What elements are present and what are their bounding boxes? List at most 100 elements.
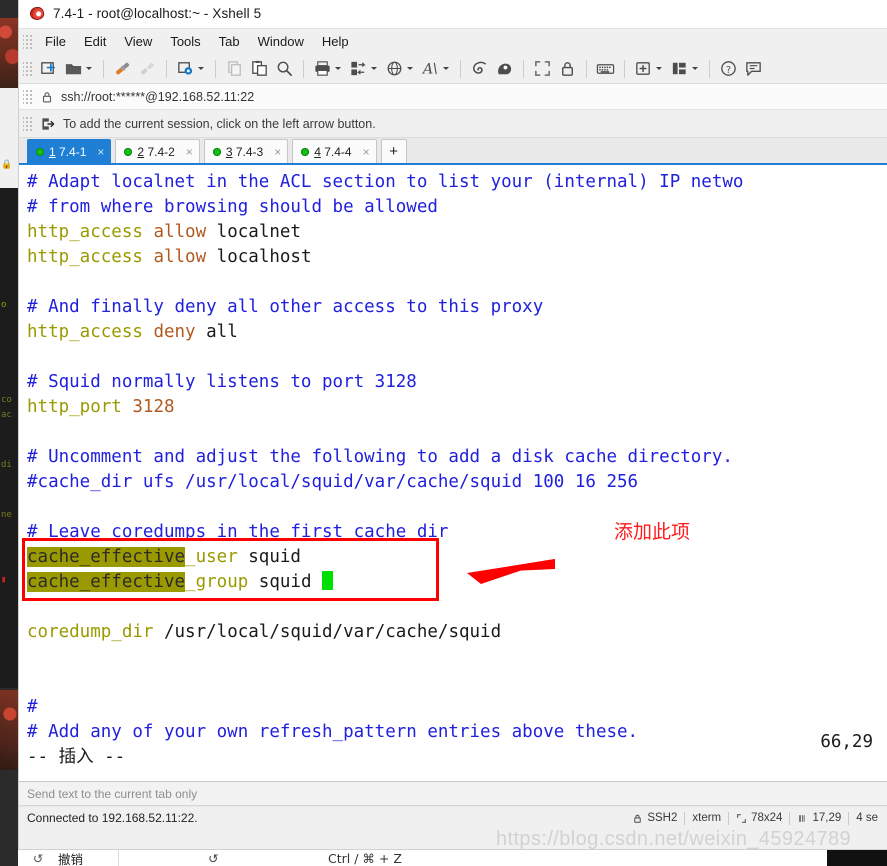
tab-close-icon[interactable]: × — [357, 145, 370, 159]
feedback-button[interactable] — [742, 57, 765, 81]
session-url[interactable]: ssh://root:******@192.168.52.11:22 — [61, 90, 254, 104]
terminal-line — [27, 270, 887, 295]
tab-7-4-1[interactable]: 1 7.4-1 × — [27, 139, 112, 163]
tab-close-icon[interactable]: × — [180, 145, 193, 159]
terminal-line: # And finally deny all other access to t… — [27, 295, 887, 320]
tab-7-4-2[interactable]: 2 7.4-2 × — [115, 139, 200, 163]
background-light-strip — [0, 88, 18, 188]
new-pane-icon — [636, 62, 650, 75]
tab-close-icon[interactable]: × — [268, 145, 281, 159]
tab-7-4-3[interactable]: 3 7.4-3 × — [203, 139, 289, 163]
web-browser-caret-icon[interactable] — [407, 67, 413, 70]
context-menu-divider — [118, 850, 119, 866]
menu-bar: File Edit View Tools Tab Window Help — [19, 28, 887, 54]
new-pane-caret-icon[interactable] — [656, 67, 662, 70]
terminal-line — [27, 670, 887, 695]
find-button[interactable] — [273, 57, 296, 81]
tab-label: 4 7.4-4 — [314, 144, 352, 159]
terminal-span: # from where browsing should be allowed — [27, 197, 438, 217]
annotation-label: 添加此项 — [614, 521, 691, 543]
context-menu[interactable]: ↺ 撤销 ↺ Ctrl / ⌘ + Z — [18, 849, 887, 866]
new-pane-button[interactable] — [632, 57, 666, 81]
font-caret-icon[interactable] — [443, 67, 449, 70]
terminal-span: # And finally deny all other access to t… — [27, 297, 544, 317]
print-caret-icon[interactable] — [335, 67, 341, 70]
terminal-span: http_access — [27, 322, 143, 342]
context-menu-item-label: 撤销 — [58, 852, 84, 866]
background-window[interactable]: 🔒 o co ac di ne ▮ — [0, 0, 18, 866]
fullscreen-button[interactable] — [531, 57, 554, 81]
menu-grip-handle[interactable] — [23, 32, 33, 51]
terminal-span: deny — [153, 322, 196, 342]
addressbar-grip-handle[interactable] — [23, 87, 33, 106]
toolbar-separator-4 — [303, 59, 304, 78]
font-button[interactable]: A — [419, 57, 453, 81]
copy-button[interactable] — [223, 57, 246, 81]
terminal-span: coredump_dir — [27, 622, 154, 642]
toolbar-grip-handle[interactable] — [23, 59, 33, 78]
tab-close-icon[interactable]: × — [91, 145, 104, 159]
menu-item-file[interactable]: File — [36, 31, 75, 52]
context-menu-item-shortcut: Ctrl / ⌘ + Z — [328, 851, 402, 866]
lock-button[interactable] — [556, 57, 579, 81]
menu-item-help[interactable]: Help — [313, 31, 358, 52]
new-session-button[interactable] — [37, 57, 60, 81]
xftp-button[interactable] — [493, 57, 516, 81]
keyboard-button[interactable] — [594, 57, 617, 81]
xshell-button[interactable] — [468, 57, 491, 81]
send-text-bar[interactable]: Send text to the current tab only — [19, 782, 887, 806]
copy-icon — [228, 61, 241, 76]
terminal-line: http_access allow localhost — [27, 245, 887, 270]
toolbar-separator-7 — [586, 59, 587, 78]
new-tab-button[interactable]: + — [380, 139, 407, 163]
print-button[interactable] — [311, 57, 345, 81]
screen: 🔒 o co ac di ne ▮ 7.4-1 - root@localhost… — [0, 0, 887, 866]
terminal-span: _group — [185, 572, 249, 592]
web-browser-button[interactable] — [383, 57, 417, 81]
disconnect-button[interactable] — [136, 57, 159, 81]
tab-status-dot-icon — [124, 147, 133, 156]
toolbar-separator-9 — [709, 59, 710, 78]
menu-item-tab[interactable]: Tab — [210, 31, 249, 52]
window-title: 7.4-1 - root@localhost:~ - Xshell 5 — [53, 6, 262, 21]
terminal-line: http_access deny all — [27, 320, 887, 345]
menu-item-window[interactable]: Window — [249, 31, 313, 52]
context-menu-item-undo[interactable]: ↺ 撤销 ↺ Ctrl / ⌘ + Z — [18, 850, 887, 866]
find-icon — [277, 61, 293, 77]
menu-item-tools[interactable]: Tools — [161, 31, 209, 52]
background-glyph-lock: 🔒 — [1, 160, 13, 170]
address-bar[interactable]: ssh://root:******@192.168.52.11:22 — [19, 84, 887, 110]
terminal-screen[interactable]: # Adapt localnet in the ACL section to l… — [19, 165, 887, 782]
context-menu-dark-region — [827, 850, 887, 866]
status-protocol: SSH2 — [625, 812, 684, 824]
arrange-layout-button[interactable] — [668, 57, 702, 81]
terminal-span: http_access — [27, 247, 143, 267]
open-session-button[interactable] — [62, 57, 96, 81]
send-text-label: Send text to the current tab only — [27, 786, 198, 801]
menu-item-view[interactable]: View — [115, 31, 161, 52]
status-cursor: 17,29 — [790, 812, 848, 824]
tab-7-4-4[interactable]: 4 7.4-4 × — [292, 139, 377, 163]
file-transfer-button[interactable] — [347, 57, 381, 81]
terminal-span: squid — [237, 547, 301, 567]
font-icon: A — [421, 61, 437, 77]
web-browser-icon — [387, 61, 402, 76]
add-session-arrow-icon[interactable] — [40, 116, 56, 132]
session-properties-caret-icon[interactable] — [198, 67, 204, 70]
session-properties-button[interactable] — [174, 57, 208, 81]
terminal-span: #cache_dir ufs /usr/local/squid/var/cach… — [27, 472, 639, 492]
paste-button[interactable] — [248, 57, 271, 81]
terminal-span: squid — [248, 572, 323, 592]
file-transfer-caret-icon[interactable] — [371, 67, 377, 70]
terminal-line — [27, 345, 887, 370]
menu-item-edit[interactable]: Edit — [75, 31, 115, 52]
hintbar-grip-handle[interactable] — [23, 114, 33, 133]
arrange-layout-caret-icon[interactable] — [692, 67, 698, 70]
help-button[interactable]: ? — [717, 57, 740, 81]
tab-label: 1 7.4-1 — [49, 144, 87, 159]
terminal-span: _user — [185, 547, 238, 567]
connect-button[interactable] — [111, 57, 134, 81]
lock-icon — [42, 91, 52, 102]
open-session-caret-icon[interactable] — [86, 67, 92, 70]
svg-text:A: A — [421, 61, 433, 77]
